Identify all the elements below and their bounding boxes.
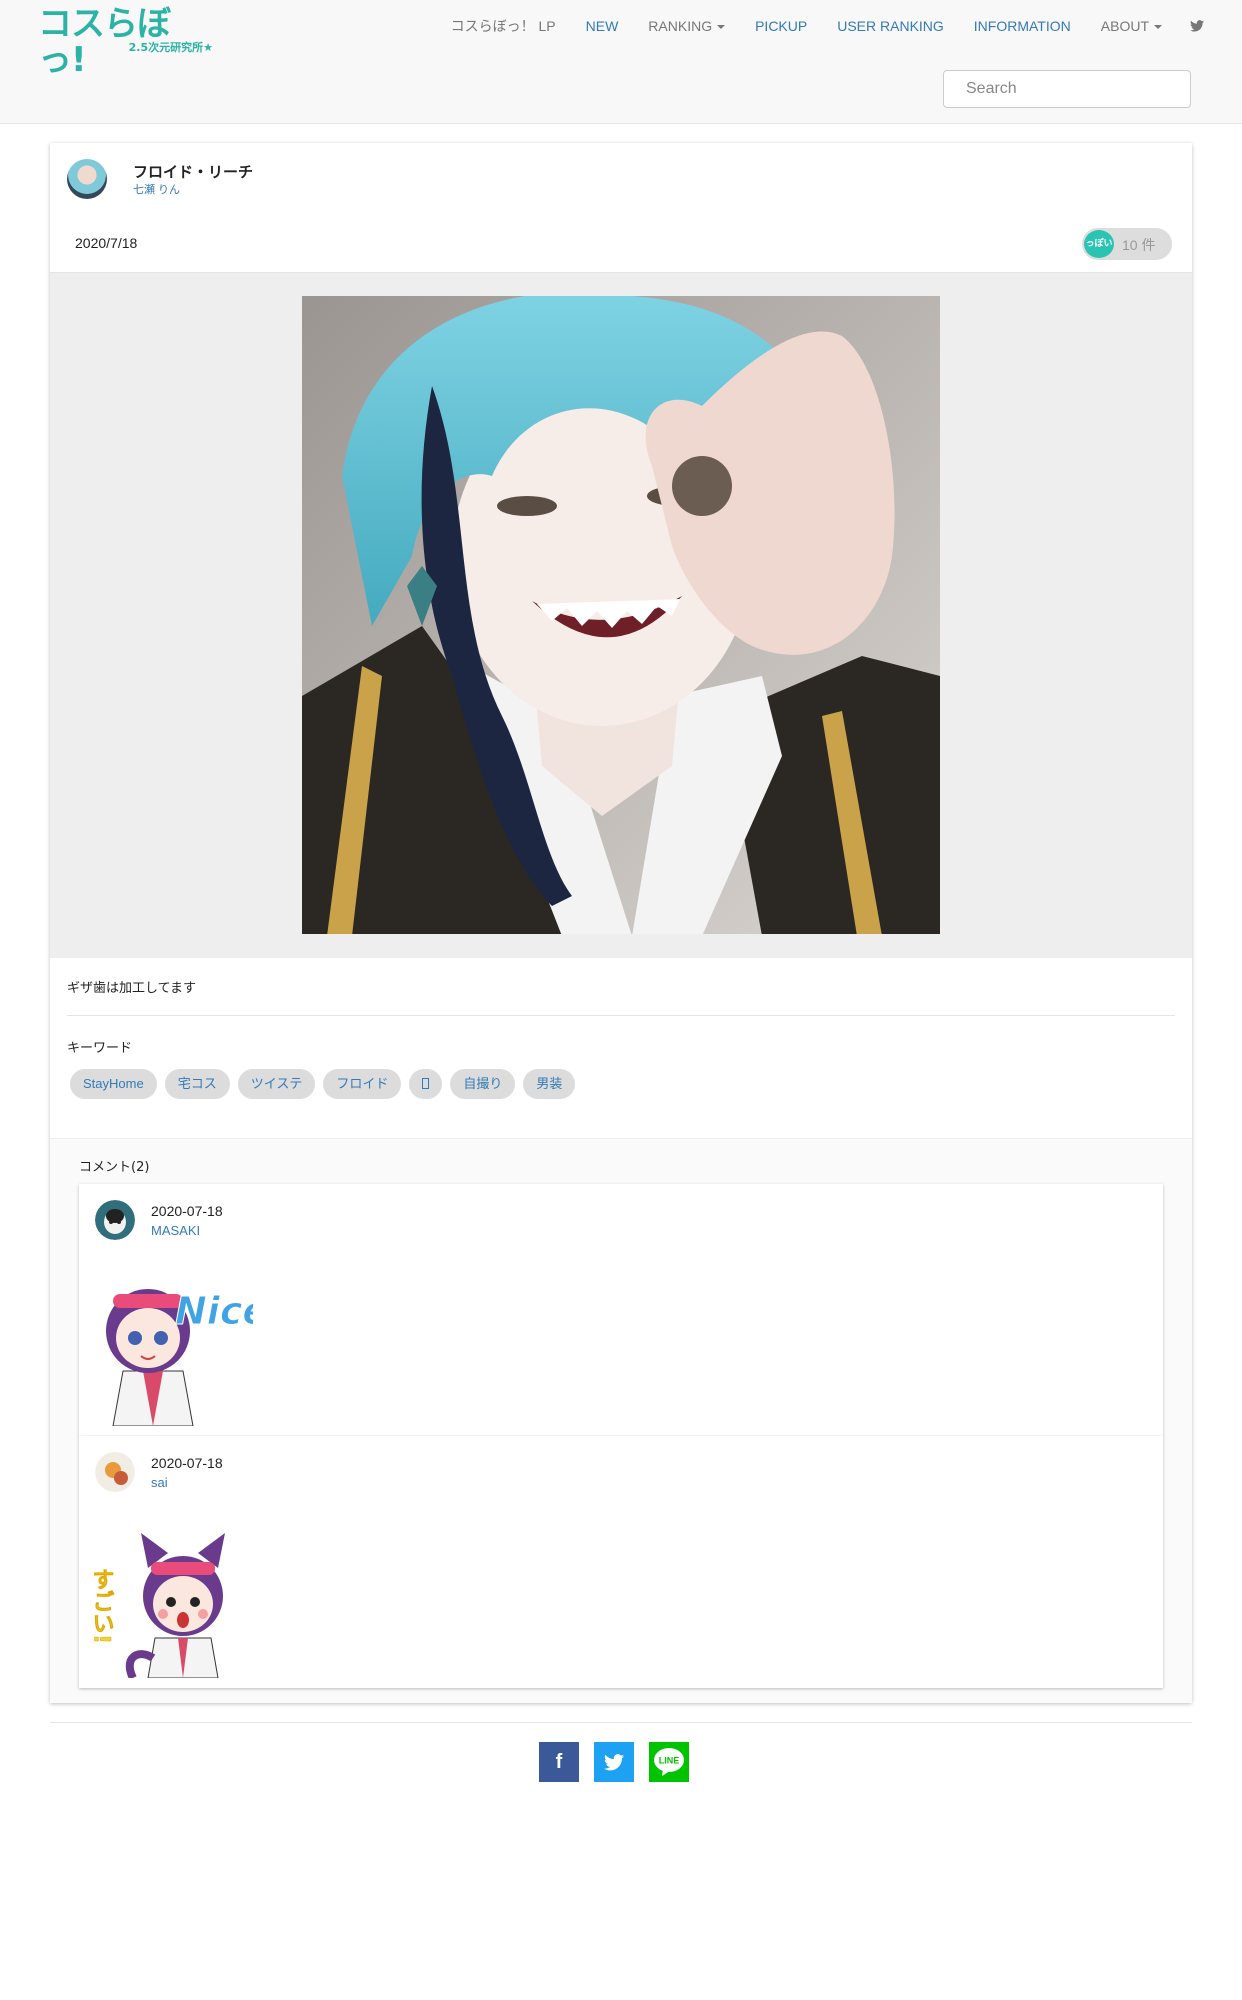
comment-date: 2020-07-18 <box>151 1455 223 1471</box>
nav-item-lp[interactable]: コスらぼっ！ LP <box>451 16 556 36</box>
line-icon: LINE <box>654 1748 684 1776</box>
search-input[interactable] <box>943 70 1191 108</box>
commenter-avatar[interactable] <box>95 1200 135 1240</box>
comment-user-link[interactable]: sai <box>151 1475 168 1490</box>
nav-item-ranking[interactable]: RANKING <box>648 18 726 34</box>
twitter-icon <box>604 1753 624 1770</box>
facebook-share-button[interactable]: f <box>539 1742 579 1782</box>
site-logo[interactable]: コスらぼっ! 2.5次元研究所★ <box>38 6 213 78</box>
post-caption: ギザ歯は加工してます <box>67 981 196 996</box>
keywords-title: キーワード <box>67 1041 133 1056</box>
comments-section: コメント(2) 2020-07-18 MASAKI Nice <box>50 1138 1192 1703</box>
twitter-icon[interactable] <box>1190 20 1204 32</box>
tag-stayhome[interactable]: StayHome <box>70 1069 157 1099</box>
navbar: コスらぼっ! 2.5次元研究所★ コスらぼっ！ LP NEW RANKING P… <box>0 0 1242 124</box>
commenter-avatar[interactable] <box>95 1452 135 1492</box>
divider <box>67 1015 1175 1016</box>
nav-item-ranking-label: RANKING <box>648 18 713 34</box>
line-label: LINE <box>659 1756 680 1766</box>
sticker-text: Nice <box>175 1289 253 1333</box>
divider <box>50 1722 1192 1723</box>
comment-item: 2020-07-18 sai すごい! <box>79 1436 1163 1688</box>
comment-user-link[interactable]: MASAKI <box>151 1223 200 1238</box>
post-date: 2020/7/18 <box>75 235 138 251</box>
tag-takukosu[interactable]: 宅コス <box>164 1069 230 1099</box>
tag-unknown-glyph[interactable] <box>409 1069 443 1099</box>
logo-subtitle: 2.5次元研究所★ <box>128 41 213 54</box>
tag-dansou[interactable]: 男装 <box>523 1069 576 1099</box>
post-title: フロイド・リーチ <box>133 164 254 181</box>
nav-menu: コスらぼっ！ LP NEW RANKING PICKUP USER RANKIN… <box>421 16 1204 36</box>
line-share-button[interactable]: LINE <box>649 1742 689 1782</box>
sticker-image: すごい! <box>93 1533 225 1678</box>
tag-twisted[interactable]: ツイステ <box>237 1069 316 1099</box>
sticker-image: Nice <box>106 1289 253 1426</box>
twitter-share-button[interactable] <box>594 1742 634 1782</box>
like-count: 10 件 <box>1122 237 1156 253</box>
missing-glyph-icon <box>422 1078 430 1089</box>
avatar[interactable] <box>67 159 107 199</box>
photo-area <box>50 273 1192 958</box>
nav-item-about[interactable]: ABOUT <box>1101 18 1162 34</box>
tag-floyd[interactable]: フロイド <box>323 1069 402 1099</box>
post-header: フロイド・リーチ 七瀬 りん 2020/7/18 っぽい 10 件 <box>50 143 1192 273</box>
caret-down-icon <box>717 25 726 30</box>
tag-selfie[interactable]: 自撮り <box>450 1069 516 1099</box>
nav-item-information[interactable]: INFORMATION <box>974 18 1071 34</box>
nav-item-new[interactable]: NEW <box>586 18 619 34</box>
nav-item-about-label: ABOUT <box>1100 18 1149 34</box>
comment-item: 2020-07-18 MASAKI Nice <box>79 1184 1163 1436</box>
comments-title: コメント(2) <box>79 1160 150 1175</box>
nav-item-user-ranking[interactable]: USER RANKING <box>837 18 944 34</box>
nav-item-pickup[interactable]: PICKUP <box>755 18 807 34</box>
caret-down-icon <box>1154 25 1162 30</box>
facebook-icon: f <box>555 1750 563 1773</box>
post-card: フロイド・リーチ 七瀬 りん 2020/7/18 っぽい 10 件 ギザ歯は加工… <box>50 143 1192 1703</box>
tag-list: StayHome 宅コス ツイステ フロイド 自撮り 男装 <box>70 1069 583 1099</box>
post-author-link[interactable]: 七瀬 りん <box>133 181 180 197</box>
post-photo[interactable] <box>302 296 940 934</box>
sticker-text: すごい! <box>93 1568 114 1644</box>
comment-date: 2020-07-18 <box>151 1203 223 1219</box>
like-button[interactable]: っぽい 10 件 <box>1082 228 1172 260</box>
like-icon: っぽい <box>1084 230 1114 258</box>
